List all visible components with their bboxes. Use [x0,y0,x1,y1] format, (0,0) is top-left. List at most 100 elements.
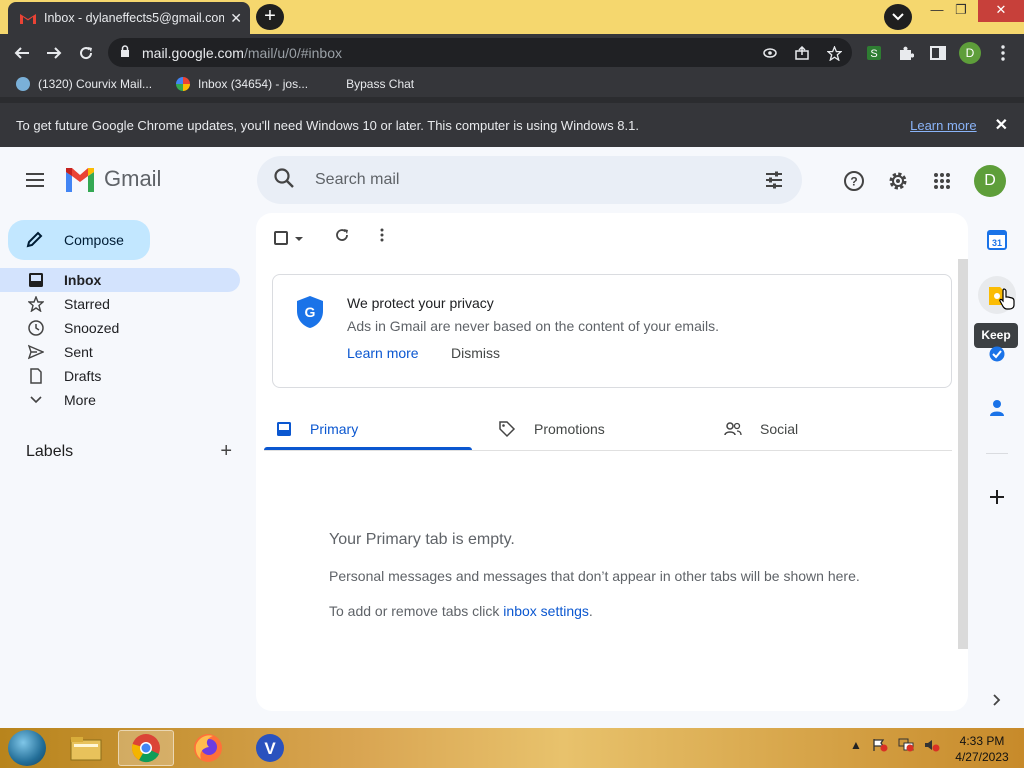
start-button[interactable] [8,730,46,766]
bookmark-item[interactable]: Inbox (34654) - jos... [176,77,308,91]
clock-time: 4:33 PM [959,734,1005,748]
browser-tabstrip: Inbox - dylaneffects5@gmail.com ✕ + — ❐ … [0,0,1024,34]
apps-grid-icon[interactable] [930,169,954,193]
volume-muted-icon[interactable] [924,738,940,755]
new-tab-button[interactable]: + [256,4,284,30]
nav-label: Sent [64,344,93,360]
tab-primary[interactable]: Primary [276,407,358,451]
privacy-banner: G We protect your privacy Ads in Gmail a… [272,274,952,388]
tab-social[interactable]: Social [724,407,798,451]
nav-item-drafts[interactable]: Drafts [0,364,240,388]
side-panel-icon[interactable] [928,43,948,63]
url-host: mail.google.com [142,44,244,61]
vpn-letter: V [264,739,276,758]
tab-label: Promotions [534,421,605,437]
lock-icon[interactable] [120,44,130,62]
hint-suffix: . [588,603,593,619]
browser-toolbar: mail.google.com/mail/u/0/#inbox S D [0,34,1024,71]
tab-search-button[interactable] [884,4,912,30]
pencil-icon [26,230,44,251]
add-label-icon[interactable]: + [220,440,232,463]
calendar-day-number: 31 [992,238,1002,248]
compose-label: Compose [64,232,124,248]
expand-panel-chevron-icon[interactable] [986,689,1008,711]
taskbar-clock[interactable]: 4:33 PM 4/27/2023 [950,733,1014,765]
tab-promotions[interactable]: Promotions [498,407,605,451]
window-close-button[interactable]: ✕ [978,0,1024,22]
reload-button[interactable] [73,40,99,66]
chevron-down-icon [28,392,44,408]
hand-cursor-icon [998,288,1016,310]
tasks-icon[interactable] [986,343,1008,365]
nav-item-more[interactable]: More [0,388,240,412]
extensions-puzzle-icon[interactable] [896,43,916,63]
privacy-body: Ads in Gmail are never based on the cont… [347,318,719,334]
calendar-icon[interactable]: 31 [986,229,1008,251]
add-addon-icon[interactable] [986,486,1008,508]
settings-gear-icon[interactable] [886,169,910,193]
bookmark-item[interactable]: (1320) Courvix Mail... [16,77,152,91]
tab-label: Primary [310,421,359,437]
select-all-checkbox[interactable] [274,230,288,245]
contacts-icon[interactable] [986,397,1008,419]
nav-item-snoozed[interactable]: Snoozed [0,316,240,340]
search-input[interactable] [315,171,715,189]
eye-slash-icon[interactable] [760,43,780,63]
labels-heading: Labels [26,442,74,460]
nav-item-sent[interactable]: Sent [0,340,240,364]
action-center-flag-icon[interactable] [872,738,888,755]
refresh-icon[interactable] [334,227,350,248]
infobar-close-icon[interactable]: ✕ [995,115,1008,135]
scrollbar[interactable] [958,259,968,649]
address-bar[interactable]: mail.google.com/mail/u/0/#inbox [108,38,852,67]
star-icon [28,296,44,312]
privacy-learn-more-link[interactable]: Learn more [347,345,419,361]
empty-heading: Your Primary tab is empty. [329,531,515,548]
infobar-learn-more-link[interactable]: Learn more [910,118,976,133]
privacy-title: We protect your privacy [347,295,494,311]
search-options-icon[interactable] [764,170,784,195]
help-icon[interactable]: ? [842,169,866,193]
chrome-profile-avatar[interactable]: D [959,42,981,64]
search-icon[interactable] [273,167,295,194]
extension-s-icon[interactable]: S [864,43,884,63]
url-path: /mail/u/0/#inbox [243,44,342,61]
more-options-icon[interactable] [380,228,384,247]
update-infobar: To get future Google Chrome updates, you… [0,103,1024,147]
compose-button[interactable]: Compose [8,220,150,260]
bookmark-star-icon[interactable] [824,43,844,63]
list-toolbar [274,227,384,248]
svg-text:?: ? [850,175,857,189]
account-avatar[interactable]: D [974,165,1006,197]
firefox-taskbar-icon[interactable] [180,730,236,766]
forward-button[interactable] [41,40,67,66]
network-icon[interactable] [898,738,914,755]
chrome-taskbar-icon[interactable] [118,730,174,766]
file-explorer-icon[interactable] [58,730,114,766]
inbox-settings-link[interactable]: inbox settings [503,603,589,619]
back-button[interactable] [9,40,35,66]
tab-close-icon[interactable]: ✕ [230,10,242,27]
nav-item-starred[interactable]: Starred [0,292,240,316]
inbox-icon [276,421,292,437]
gmail-favicon-icon [20,12,36,24]
bookmark-label: Inbox (34654) - jos... [198,77,309,91]
share-icon[interactable] [792,43,812,63]
browser-tab[interactable]: Inbox - dylaneffects5@gmail.com ✕ [8,2,250,34]
category-tabs: Primary Promotions Social [264,407,952,451]
chrome-menu-icon[interactable] [993,43,1013,63]
labels-header: Labels + [26,440,232,463]
gmail-wordmark: Gmail [104,166,162,191]
nav-item-inbox[interactable]: Inbox [0,268,240,292]
tab-title: Inbox - dylaneffects5@gmail.com [44,11,225,25]
gmail-m-icon [66,168,94,192]
select-dropdown-icon[interactable] [294,229,304,247]
privacy-dismiss-button[interactable]: Dismiss [451,345,500,361]
bookmark-item[interactable]: Bypass Chat [346,77,414,91]
main-menu-icon[interactable] [24,170,48,190]
gmail-logo[interactable]: Gmail [64,166,161,192]
side-panel-divider [986,453,1008,454]
tray-expand-icon[interactable]: ▲ [850,738,862,755]
restore-button[interactable]: ❐ [946,0,976,22]
vpn-taskbar-icon[interactable]: V [242,730,298,766]
